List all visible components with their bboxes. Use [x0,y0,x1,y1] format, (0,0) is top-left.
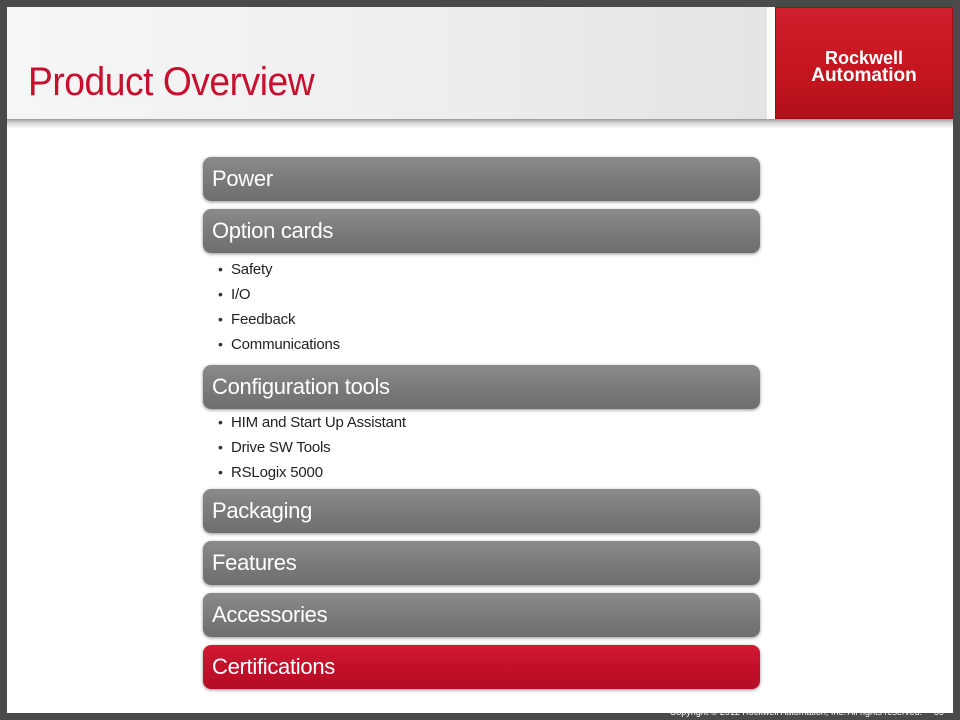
section-bar-power[interactable]: Power [203,157,760,201]
list-item-label: Safety [231,261,273,278]
footer: Copyright © 2012 Rockwell Automation, In… [670,706,944,718]
bullet-icon: • [218,311,223,327]
logo-wordmark: Rockwell Automation [775,49,953,85]
list-item-label: Drive SW Tools [231,439,331,456]
page-title: Product Overview [28,60,315,104]
list-item: • Safety [218,257,760,282]
list-item-label: I/O [231,286,251,303]
list-item: • Communications [218,332,760,357]
option-cards-list: • Safety • I/O • Feedback • Communications [218,257,760,357]
section-bar-configuration-tools[interactable]: Configuration tools [203,365,760,409]
bullet-icon: • [218,261,223,277]
rockwell-automation-logo: Rockwell Automation [775,7,953,119]
configuration-tools-list: • HIM and Start Up Assistant • Drive SW To… [218,410,760,485]
section-features: Features [203,541,760,585]
section-configuration-tools: Configuration tools • HIM and Start Up As… [203,365,760,485]
section-accessories: Accessories [203,593,760,637]
bullet-icon: • [218,336,223,352]
section-certifications: Certifications [203,645,760,689]
copyright-text: Copyright © 2012 Rockwell Automation, In… [669,707,922,717]
list-item-label: Communications [231,336,340,353]
header-divider [7,119,953,129]
section-bar-accessories[interactable]: Accessories [203,593,760,637]
list-item: • Drive SW Tools [218,435,760,460]
section-list: Power Option cards • Safety • I/O • Feedbac… [203,157,760,689]
list-item: • Feedback [218,307,760,332]
list-item-label: RSLogix 5000 [231,464,323,481]
list-item: • HIM and Start Up Assistant [218,410,760,435]
bullet-icon: • [218,464,223,480]
bullet-icon: • [218,414,223,430]
logo-line-automation: Automation [811,65,917,86]
list-item-label: HIM and Start Up Assistant [231,414,406,431]
section-power: Power [203,157,760,201]
section-bar-option-cards[interactable]: Option cards [203,209,760,253]
bullet-icon: • [218,286,223,302]
list-item-label: Feedback [231,311,296,328]
section-bar-certifications[interactable]: Certifications [203,645,760,689]
section-bar-packaging[interactable]: Packaging [203,489,760,533]
page-number: 59 [933,707,944,717]
section-option-cards: Option cards • Safety • I/O • Feedback • Com… [203,209,760,357]
section-bar-features[interactable]: Features [203,541,760,585]
list-item: • RSLogix 5000 [218,460,760,485]
section-packaging: Packaging [203,489,760,533]
list-item: • I/O [218,282,760,307]
bullet-icon: • [218,439,223,455]
